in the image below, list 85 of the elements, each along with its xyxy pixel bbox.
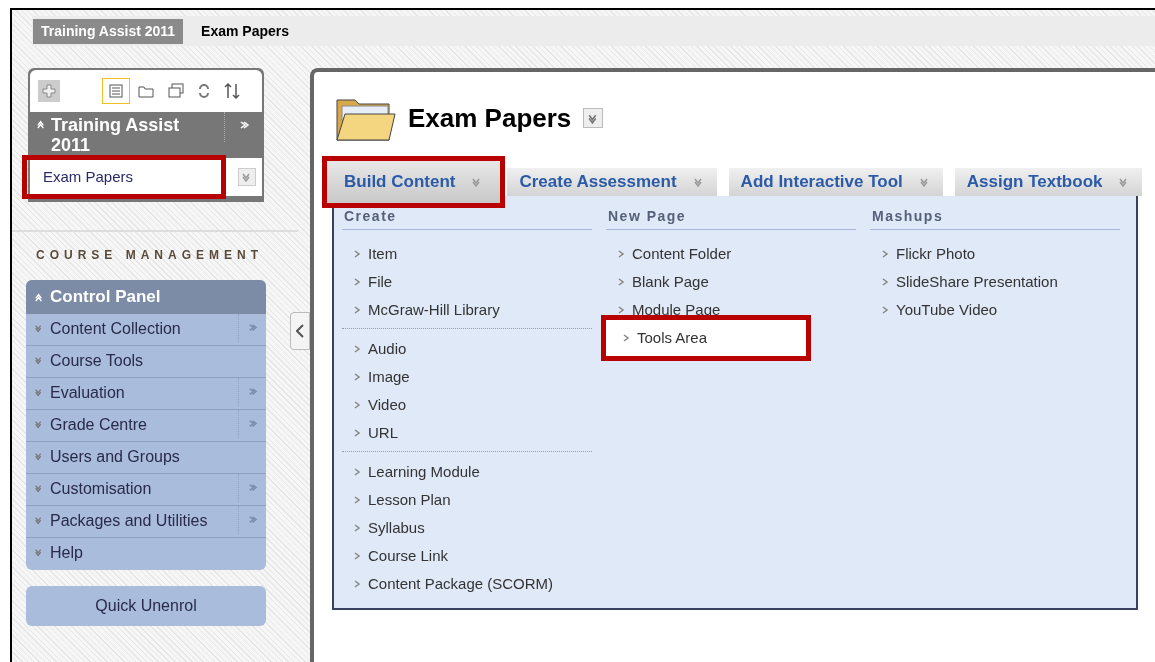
list-icon — [107, 82, 125, 100]
menu-item[interactable]: Blank Page — [606, 268, 856, 296]
panel-item[interactable]: Grade Centre — [50, 415, 220, 436]
submenu-icon — [247, 387, 258, 398]
chevron-icon — [616, 277, 626, 287]
menu-item[interactable]: Lesson Plan — [342, 486, 592, 514]
page-title: Exam Papers — [408, 101, 572, 135]
panel-item[interactable]: Evaluation — [50, 383, 220, 404]
expand-icon — [34, 547, 44, 557]
add-icon[interactable] — [38, 80, 60, 102]
expand-icon — [34, 419, 44, 429]
action-button[interactable]: Add Interactive Tool — [728, 168, 943, 196]
action-button[interactable]: Build Content — [322, 156, 506, 208]
chevron-icon — [352, 428, 362, 438]
chevron-icon — [616, 249, 626, 259]
chevron-icon — [352, 305, 362, 315]
menu-heading: New Page — [606, 196, 856, 230]
windows-icon — [167, 82, 185, 100]
menu-item[interactable]: McGraw-Hill Library — [342, 296, 592, 324]
collapse-icon — [34, 291, 45, 303]
menu-item[interactable]: SlideShare Presentation — [870, 268, 1120, 296]
menu-item[interactable]: YouTube Video — [870, 296, 1120, 324]
chevron-icon — [880, 277, 890, 287]
panel-item[interactable]: Customisation — [50, 479, 220, 500]
quick-unenrol-button[interactable]: Quick Unenrol — [26, 586, 266, 626]
section-heading: COURSE MANAGEMENT — [36, 247, 264, 264]
expand-icon — [34, 451, 44, 461]
dropdown-icon — [918, 176, 931, 188]
chevron-icon — [352, 400, 362, 410]
view-button[interactable] — [102, 78, 130, 104]
expand-icon — [34, 483, 44, 493]
menu-item[interactable]: Learning Module — [342, 458, 592, 486]
chevron-icon — [621, 333, 631, 343]
chevron-icon — [880, 249, 890, 259]
menu-item[interactable]: URL — [342, 419, 592, 447]
chevron-icon — [352, 277, 362, 287]
panel-item[interactable]: Course Tools — [50, 351, 220, 372]
chevron-icon — [352, 249, 362, 259]
menu-item[interactable]: File — [342, 268, 592, 296]
submenu-icon — [247, 515, 258, 526]
submenu-icon — [247, 483, 258, 494]
menu-item[interactable]: Syllabus — [342, 514, 592, 542]
action-button[interactable]: Assign Textbook — [954, 168, 1143, 196]
collapse-icon — [36, 119, 47, 130]
expand-icon — [34, 387, 44, 397]
panel-item[interactable]: Packages and Utilities — [50, 511, 220, 532]
menu-item[interactable]: Exam Papers — [22, 155, 226, 199]
options-icon — [241, 171, 253, 183]
menu-heading: Mashups — [870, 196, 1120, 230]
chevron-icon — [352, 467, 362, 477]
panel-item[interactable]: Content Collection — [50, 319, 220, 340]
options-button[interactable] — [238, 168, 256, 186]
course-title[interactable]: Training Assist 2011 — [51, 115, 218, 155]
sort-icon[interactable] — [222, 82, 242, 100]
menu-item[interactable]: Flickr Photo — [870, 240, 1120, 268]
chevron-icon — [352, 495, 362, 505]
menu-item[interactable]: Tools Area — [601, 315, 811, 361]
menu-item[interactable]: Image — [342, 363, 592, 391]
refresh-icon[interactable] — [196, 83, 212, 99]
panel-item[interactable]: Users and Groups — [50, 447, 220, 468]
expand-icon — [34, 515, 44, 525]
chevron-icon — [352, 372, 362, 382]
menu-item[interactable]: Content Folder — [606, 240, 856, 268]
panel-item[interactable]: Help — [50, 543, 220, 565]
menu-item[interactable]: Video — [342, 391, 592, 419]
action-button[interactable]: Create Assessment — [507, 168, 717, 196]
chevron-icon — [352, 551, 362, 561]
chevron-icon — [880, 305, 890, 315]
collapse-handle[interactable] — [290, 312, 310, 350]
submenu-icon — [247, 419, 258, 430]
expand-icon — [34, 355, 44, 365]
chevron-icon — [616, 305, 626, 315]
options-button[interactable] — [583, 108, 604, 128]
breadcrumb-link[interactable]: Exam Papers — [193, 18, 298, 44]
chevron-icon — [352, 579, 362, 589]
menu-item[interactable]: Course Link — [342, 542, 592, 570]
menu-item[interactable]: Content Package (SCORM) — [342, 570, 592, 598]
chevron-icon — [352, 523, 362, 533]
dropdown-icon — [692, 176, 705, 188]
expand-icon — [34, 323, 44, 333]
menu-item[interactable]: Item — [342, 240, 592, 268]
menu-item[interactable]: Audio — [342, 335, 592, 363]
chevron-left-icon — [296, 324, 304, 338]
submenu-icon — [247, 323, 258, 334]
chevron-icon — [352, 344, 362, 354]
